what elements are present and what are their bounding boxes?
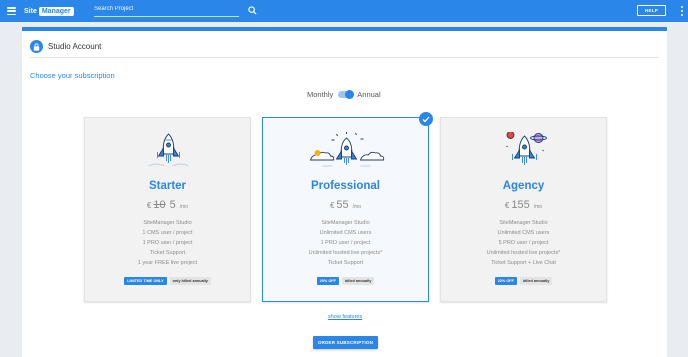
order-subscription-button[interactable]: ORDER SUBSCRIPTION (313, 336, 378, 349)
price-value: 55 (336, 199, 349, 211)
feature-item: Unlimited hosted live projects* (308, 250, 383, 256)
price-value: 5 (169, 199, 176, 211)
feature-item: Ticket Support (149, 250, 186, 256)
logo[interactable]: Site Manager (24, 4, 74, 18)
feature-item: SiteManager Studio (143, 220, 192, 226)
plan-name: Professional (310, 180, 381, 192)
plan-card-professional[interactable]: Professional € 55 /mo SiteManager Studio… (262, 112, 433, 302)
badge-row: 20% OFF billed annually (263, 277, 428, 285)
billing-badge: only billed annually (169, 277, 211, 285)
lock-icon (30, 40, 43, 53)
section-heading: Choose your subscription (30, 71, 115, 80)
billing-period-toggle[interactable] (338, 89, 355, 99)
feature-item: 1 PRO user / project (320, 240, 371, 246)
feature-list: SiteManager Studio 1 CMS user / project … (85, 218, 250, 268)
feature-item: SiteManager Studio (499, 220, 548, 226)
feature-item: SiteManager Studio (321, 220, 370, 226)
rocket-icon (506, 132, 547, 165)
subscription-panel: Studio Account Choose your subscription … (22, 27, 667, 357)
feature-item: Ticket Support (327, 260, 364, 266)
search-input[interactable] (94, 4, 239, 17)
feature-item: Unlimited CMS users (497, 230, 550, 236)
price-value: 155 (511, 199, 530, 211)
feature-item: 1 year FREE live project (137, 260, 198, 266)
plan-card-agency[interactable]: Agency € 155 /mo SiteManager Studio Unli… (440, 117, 607, 302)
discount-badge: 20% OFF (316, 277, 339, 285)
price-period: /mo (533, 204, 543, 210)
feature-list: SiteManager Studio Unlimited CMS users 5… (441, 218, 606, 268)
discount-badge: 22% OFF (494, 277, 517, 285)
plan-price: € 10 5 /mo (85, 199, 250, 211)
feature-item: Ticket Support + Live Chat (491, 260, 556, 266)
currency-symbol: € (504, 201, 510, 210)
plan-price: € 155 /mo (441, 199, 606, 211)
feature-item: 1 CMS user / project (142, 230, 193, 236)
panel-header: Studio Account (30, 36, 659, 58)
feature-item: Unlimited CMS users (319, 230, 372, 236)
help-button[interactable]: HELP (637, 5, 666, 16)
feature-item: Unlimited hosted live projects* (486, 250, 561, 256)
page-title: Studio Account (48, 42, 102, 51)
feature-list: SiteManager Studio Unlimited CMS users 1… (263, 218, 428, 268)
price-period: /mo (352, 204, 362, 210)
rocket-icon (148, 133, 189, 167)
plan-name: Agency (502, 180, 545, 192)
top-bar: Site Manager HELP (0, 0, 688, 22)
plan-price: € 55 /mo (263, 199, 428, 211)
discount-badge: LIMITED TIME ONLY (124, 277, 167, 285)
more-options-icon[interactable] (681, 6, 684, 16)
annual-label[interactable]: Annual (357, 90, 380, 99)
old-price: 10 (153, 199, 166, 211)
plan-name: Starter (148, 180, 187, 192)
logo-text-site: Site (24, 7, 37, 15)
currency-symbol: € (146, 201, 152, 210)
search-icon[interactable] (248, 6, 257, 15)
price-period: /mo (179, 204, 189, 210)
feature-item: 5 PRO user / project (498, 240, 549, 246)
monthly-label[interactable]: Monthly (307, 90, 333, 99)
logo-text-manager: Manager (38, 6, 74, 16)
currency-symbol: € (329, 201, 335, 210)
selected-check-icon (419, 112, 433, 126)
menu-icon[interactable] (7, 7, 16, 15)
show-features-link[interactable]: show features (328, 314, 362, 320)
feature-item: 1 PRO user / project (142, 240, 193, 246)
billing-badge: billed annually (519, 277, 553, 285)
billing-toggle-row: Monthly Annual (307, 89, 381, 99)
badge-row: 22% OFF billed annually (441, 277, 606, 285)
plan-card-starter[interactable]: Starter € 10 5 /mo SiteManager Studio 1 … (84, 117, 251, 302)
rocket-icon (309, 132, 385, 167)
billing-badge: billed annually (341, 277, 375, 285)
badge-row: LIMITED TIME ONLY only billed annually (85, 277, 250, 285)
